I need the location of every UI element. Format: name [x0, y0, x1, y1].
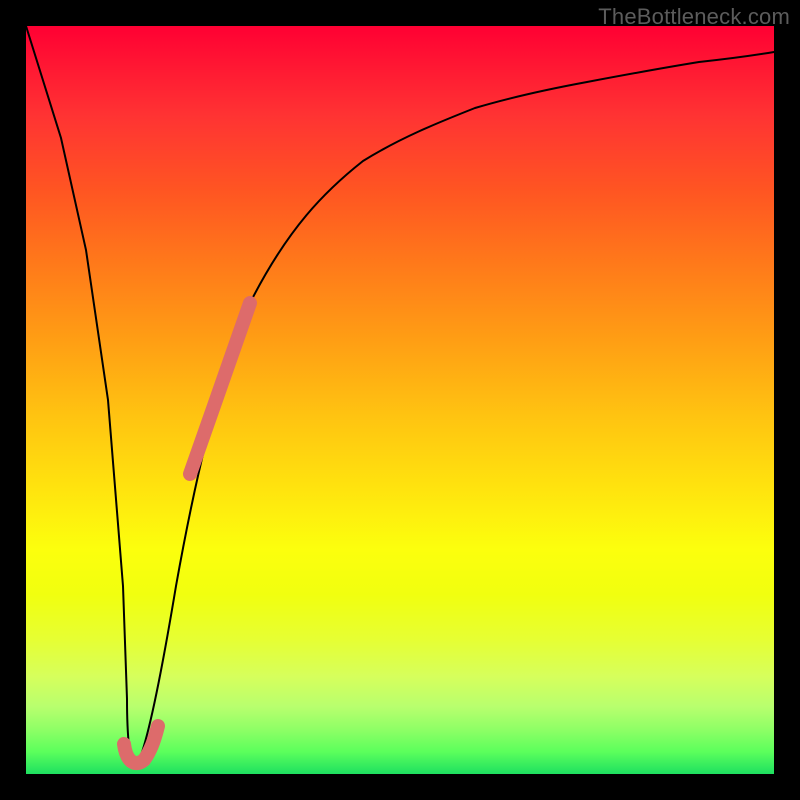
chart-frame: TheBottleneck.com — [0, 0, 800, 800]
curve-layer — [26, 26, 774, 774]
plot-area — [26, 26, 774, 774]
marker-band — [190, 303, 250, 474]
marker-hook — [124, 726, 158, 763]
bottleneck-curve — [26, 26, 774, 768]
